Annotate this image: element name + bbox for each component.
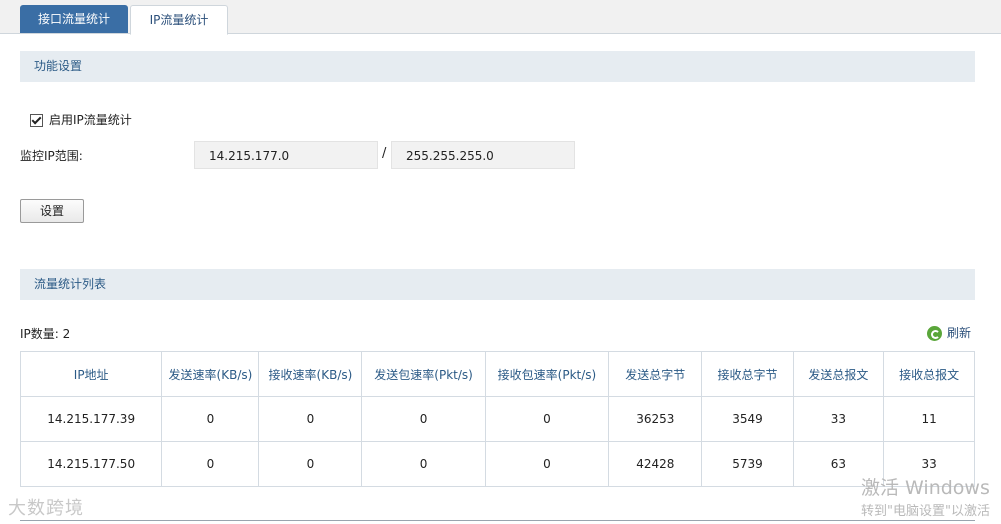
cell-send-rate: 0: [161, 396, 260, 442]
col-recv-pkt-rate: 接收包速率(Pkt/s): [484, 351, 610, 397]
col-send-packets: 发送总报文: [792, 351, 885, 397]
cell-send-bytes: 42428: [608, 441, 703, 487]
cell-recv-packets: 11: [883, 396, 975, 442]
refresh-button[interactable]: 刷新: [927, 324, 971, 342]
monitor-range-label: 监控IP范围:: [20, 149, 83, 163]
col-recv-bytes: 接收总字节: [701, 351, 794, 397]
monitor-ip-input[interactable]: 14.215.177.0: [194, 141, 378, 169]
range-separator: /: [382, 146, 387, 161]
cell-send-bytes: 36253: [608, 396, 703, 442]
windows-activation-hint: 转到"电脑设置"以激活: [861, 504, 990, 519]
tab-ip-traffic[interactable]: IP流量统计: [130, 5, 228, 35]
windows-activation-title: 激活 Windows: [861, 477, 990, 499]
feature-settings-header: 功能设置: [20, 51, 975, 82]
col-recv-packets: 接收总报文: [883, 351, 975, 397]
cell-recv-bytes: 5739: [701, 441, 794, 487]
set-button[interactable]: 设置: [20, 199, 84, 223]
col-send-bytes: 发送总字节: [608, 351, 703, 397]
col-send-rate: 发送速率(KB/s): [161, 351, 260, 397]
cell-send-pkt-rate: 0: [361, 441, 486, 487]
cell-recv-bytes: 3549: [701, 396, 794, 442]
cell-ip: 14.215.177.39: [19, 396, 163, 442]
bottom-divider: [20, 520, 975, 521]
cell-send-packets: 33: [792, 396, 885, 442]
tab-bar: 接口流量统计 IP流量统计: [0, 0, 1001, 35]
col-send-pkt-rate: 发送包速率(Pkt/s): [361, 351, 486, 397]
cell-recv-pkt-rate: 0: [484, 441, 610, 487]
refresh-label: 刷新: [947, 326, 972, 340]
table-row: 14.215.177.39 0 0 0 0 36253 3549 33 11: [19, 396, 975, 442]
table-row: 14.215.177.50 0 0 0 0 42428 5739 63 33: [19, 441, 975, 487]
enable-ip-stats-row[interactable]: 启用IP流量统计: [30, 112, 132, 128]
traffic-stats-table: IP地址 发送速率(KB/s) 接收速率(KB/s) 发送包速率(Pkt/s) …: [19, 351, 975, 487]
cell-recv-rate: 0: [258, 441, 363, 487]
cell-recv-pkt-rate: 0: [484, 396, 610, 442]
table-header-row: IP地址 发送速率(KB/s) 接收速率(KB/s) 发送包速率(Pkt/s) …: [19, 351, 975, 397]
cell-ip: 14.215.177.50: [19, 441, 163, 487]
col-ip: IP地址: [19, 351, 163, 397]
cell-send-pkt-rate: 0: [361, 396, 486, 442]
refresh-icon: [927, 326, 942, 341]
col-recv-rate: 接收速率(KB/s): [258, 351, 363, 397]
ip-count: IP数量: 2: [20, 327, 71, 341]
cell-recv-rate: 0: [258, 396, 363, 442]
cell-send-rate: 0: [161, 441, 260, 487]
enable-ip-stats-label: 启用IP流量统计: [49, 113, 132, 127]
enable-ip-stats-checkbox[interactable]: [30, 114, 43, 127]
stats-list-header: 流量统计列表: [20, 269, 975, 300]
monitor-mask-input[interactable]: 255.255.255.0: [391, 141, 575, 169]
watermark-logo: 大数跨境: [8, 498, 84, 519]
tab-interface-traffic[interactable]: 接口流量统计: [20, 5, 128, 33]
